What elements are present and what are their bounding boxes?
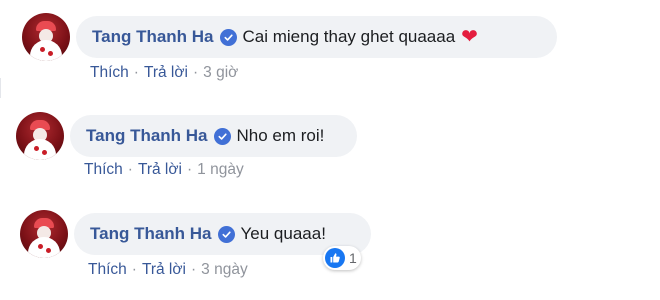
comment-bubble: Tang Thanh Ha Cai mieng thay ghet quaaaa…: [76, 16, 557, 58]
author-name[interactable]: Tang Thanh Ha: [90, 224, 212, 244]
comment-actions: Thích · Trả lời · 3 ngày: [88, 261, 248, 279]
comment-actions: Thích · Trả lời · 1 ngày: [84, 161, 244, 179]
verified-badge-icon: [213, 127, 231, 145]
comment: Tang Thanh Ha Nho em roi! Thích · Trả lời ·…: [0, 100, 660, 195]
comment: Tang Thanh Ha Cai mieng thay ghet quaaaa…: [0, 0, 660, 95]
comment-actions: Thích · Trả lời · 3 giờ: [90, 64, 238, 82]
reply-link[interactable]: Trả lời: [144, 64, 188, 81]
like-link[interactable]: Thích: [88, 261, 127, 278]
separator: ·: [133, 64, 139, 81]
avatar[interactable]: [20, 210, 68, 258]
comment-text: Nho em roi!: [236, 126, 325, 145]
avatar[interactable]: [22, 13, 70, 61]
author-name[interactable]: Tang Thanh Ha: [86, 126, 208, 146]
reply-link[interactable]: Trả lời: [142, 261, 186, 278]
verified-badge-icon: [219, 28, 237, 46]
reaction-count: 1: [349, 250, 357, 266]
avatar[interactable]: [16, 112, 64, 160]
reaction-summary[interactable]: 1: [323, 246, 361, 270]
like-link[interactable]: Thích: [84, 161, 123, 178]
author-name[interactable]: Tang Thanh Ha: [92, 27, 214, 47]
timestamp[interactable]: 3 ngày: [201, 261, 248, 278]
reply-link[interactable]: Trả lời: [138, 161, 182, 178]
separator: ·: [131, 261, 137, 278]
separator: ·: [186, 161, 193, 178]
heart-emoji-icon: ❤: [461, 26, 478, 48]
comment-bubble: Tang Thanh Ha Nho em roi!: [70, 115, 357, 157]
timestamp[interactable]: 3 giờ: [203, 64, 238, 81]
like-link[interactable]: Thích: [90, 64, 129, 81]
comment: Tang Thanh Ha Yeu quaaa! 1 Thích · Trả lời…: [0, 200, 660, 295]
separator: ·: [190, 261, 197, 278]
like-icon: [325, 248, 345, 268]
timestamp[interactable]: 1 ngày: [197, 161, 244, 178]
verified-badge-icon: [217, 225, 235, 243]
separator: ·: [127, 161, 133, 178]
separator: ·: [192, 64, 199, 81]
comment-text: Cai mieng thay ghet quaaaa: [242, 27, 456, 46]
comment-text: Yeu quaaa!: [240, 224, 326, 243]
